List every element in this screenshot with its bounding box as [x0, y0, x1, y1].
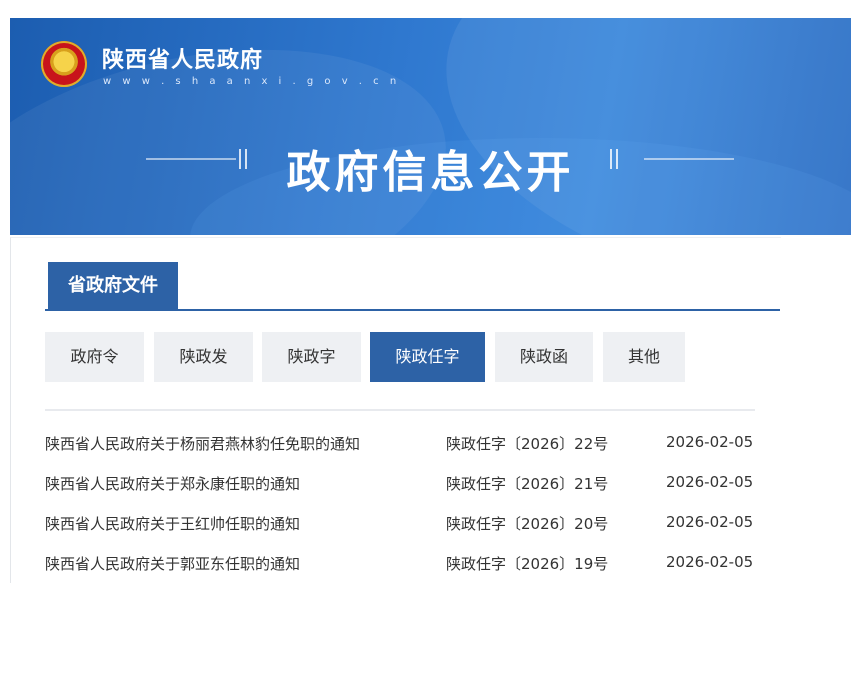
filter-other[interactable]: 其他	[603, 332, 685, 382]
filter-zhengfuling[interactable]: 政府令	[45, 332, 144, 382]
filter-shanzhengrenzi[interactable]: 陕政任字	[370, 332, 485, 382]
document-date: 2026-02-05	[666, 473, 754, 491]
document-title-link[interactable]: 陕西省人民政府关于郭亚东任职的通知	[45, 553, 300, 574]
document-row[interactable]: 陕西省人民政府关于王红帅任职的通知 陕政任字〔2026〕20号 2026-02-…	[45, 513, 757, 541]
document-title-link[interactable]: 陕西省人民政府关于郑永康任职的通知	[45, 473, 300, 494]
tab-provincial-documents[interactable]: 省政府文件	[48, 262, 178, 310]
list-divider	[45, 409, 755, 411]
document-title-link[interactable]: 陕西省人民政府关于杨丽君燕林豹任免职的通知	[45, 433, 360, 454]
filter-shanzhenghan[interactable]: 陕政函	[495, 332, 593, 382]
document-number: 陕政任字〔2026〕21号	[446, 475, 609, 493]
decorative-ticks-right	[610, 149, 626, 169]
document-number: 陕政任字〔2026〕22号	[446, 435, 609, 453]
tab-underline	[45, 309, 780, 311]
document-date: 2026-02-05	[666, 433, 754, 451]
decorative-line-right	[644, 158, 734, 160]
document-row[interactable]: 陕西省人民政府关于郭亚东任职的通知 陕政任字〔2026〕19号 2026-02-…	[45, 553, 757, 581]
document-row[interactable]: 陕西省人民政府关于郑永康任职的通知 陕政任字〔2026〕21号 2026-02-…	[45, 473, 757, 501]
national-emblem-icon[interactable]	[41, 41, 87, 87]
site-name[interactable]: 陕西省人民政府	[102, 42, 263, 74]
document-date: 2026-02-05	[666, 553, 754, 571]
page-title: 政府信息公开	[286, 147, 575, 198]
filter-shanzhengzi[interactable]: 陕政字	[262, 332, 361, 382]
document-row[interactable]: 陕西省人民政府关于杨丽君燕林豹任免职的通知 陕政任字〔2026〕22号 2026…	[45, 433, 757, 461]
filter-shanzhengfa[interactable]: 陕政发	[154, 332, 253, 382]
document-number: 陕政任字〔2026〕20号	[446, 515, 609, 533]
header-banner: 陕西省人民政府 w w w . s h a a n x i . g o v . …	[10, 18, 851, 235]
document-title-link[interactable]: 陕西省人民政府关于王红帅任职的通知	[45, 513, 300, 534]
site-url: w w w . s h a a n x i . g o v . c n	[103, 76, 401, 87]
document-date: 2026-02-05	[666, 513, 754, 531]
document-number: 陕政任字〔2026〕19号	[446, 555, 609, 573]
